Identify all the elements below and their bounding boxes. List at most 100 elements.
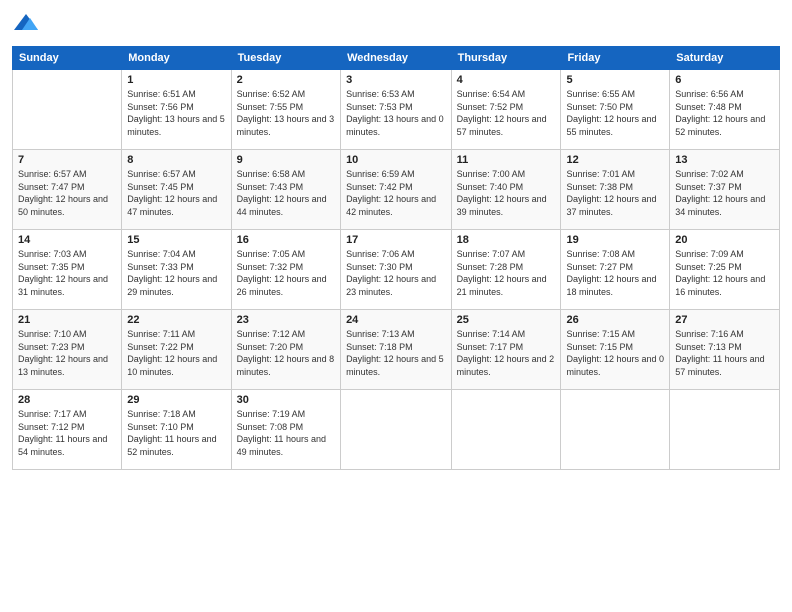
day-number: 10 xyxy=(346,154,446,166)
calendar-cell: 6 Sunrise: 6:56 AMSunset: 7:48 PMDaylight… xyxy=(670,70,780,150)
day-number: 14 xyxy=(18,234,116,246)
calendar-cell xyxy=(341,390,452,470)
week-row-4: 21Sunrise: 7:10 AMSunset: 7:23 PMDayligh… xyxy=(13,310,780,390)
calendar-cell: 1Sunrise: 6:51 AMSunset: 7:56 PMDaylight… xyxy=(122,70,231,150)
day-detail: Sunrise: 7:12 AMSunset: 7:20 PMDaylight:… xyxy=(237,328,335,378)
calendar-cell: 8 Sunrise: 6:57 AMSunset: 7:45 PMDaylight… xyxy=(122,150,231,230)
weekday-header-wednesday: Wednesday xyxy=(341,47,452,70)
day-number: 21 xyxy=(18,314,116,326)
day-detail: Sunrise: 7:06 AMSunset: 7:30 PMDaylight:… xyxy=(346,248,446,298)
day-detail: Sunrise: 7:19 AMSunset: 7:08 PMDaylight:… xyxy=(237,408,335,458)
weekday-header-saturday: Saturday xyxy=(670,47,780,70)
calendar-cell: 16Sunrise: 7:05 AMSunset: 7:32 PMDayligh… xyxy=(231,230,340,310)
day-number: 17 xyxy=(346,234,446,246)
day-detail: Sunrise: 7:17 AMSunset: 7:12 PMDaylight:… xyxy=(18,408,116,458)
weekday-header-friday: Friday xyxy=(561,47,670,70)
day-number: 7 xyxy=(18,154,116,166)
calendar-cell: 19 Sunrise: 7:08 AMSunset: 7:27 PMDayligh… xyxy=(561,230,670,310)
calendar-cell: 17 Sunrise: 7:06 AMSunset: 7:30 PMDayligh… xyxy=(341,230,452,310)
day-number: 18 xyxy=(457,234,556,246)
day-number: 28 xyxy=(18,394,116,406)
day-number: 24 xyxy=(346,314,446,326)
day-number: 2 xyxy=(237,74,335,86)
day-detail: Sunrise: 6:53 AMSunset: 7:53 PMDaylight:… xyxy=(346,88,446,138)
calendar-cell: 10 Sunrise: 6:59 AMSunset: 7:42 PMDayligh… xyxy=(341,150,452,230)
day-detail: Sunrise: 7:13 AMSunset: 7:18 PMDaylight:… xyxy=(346,328,446,378)
day-number: 15 xyxy=(127,234,225,246)
page: SundayMondayTuesdayWednesdayThursdayFrid… xyxy=(0,0,792,612)
day-detail: Sunrise: 6:52 AMSunset: 7:55 PMDaylight:… xyxy=(237,88,335,138)
day-number: 29 xyxy=(127,394,225,406)
day-number: 6 xyxy=(675,74,774,86)
weekday-header-sunday: Sunday xyxy=(13,47,122,70)
day-detail: Sunrise: 6:58 AMSunset: 7:43 PMDaylight:… xyxy=(237,168,335,218)
day-detail: Sunrise: 6:54 AMSunset: 7:52 PMDaylight:… xyxy=(457,88,556,138)
calendar-table: SundayMondayTuesdayWednesdayThursdayFrid… xyxy=(12,46,780,470)
day-detail: Sunrise: 7:18 AMSunset: 7:10 PMDaylight:… xyxy=(127,408,225,458)
week-row-3: 14Sunrise: 7:03 AMSunset: 7:35 PMDayligh… xyxy=(13,230,780,310)
day-number: 27 xyxy=(675,314,774,326)
day-number: 19 xyxy=(566,234,664,246)
calendar-cell: 21Sunrise: 7:10 AMSunset: 7:23 PMDayligh… xyxy=(13,310,122,390)
logo xyxy=(12,10,44,38)
weekday-header-monday: Monday xyxy=(122,47,231,70)
calendar-cell: 29 Sunrise: 7:18 AMSunset: 7:10 PMDayligh… xyxy=(122,390,231,470)
calendar-cell: 30 Sunrise: 7:19 AMSunset: 7:08 PMDayligh… xyxy=(231,390,340,470)
calendar-cell xyxy=(670,390,780,470)
calendar-cell: 15 Sunrise: 7:04 AMSunset: 7:33 PMDayligh… xyxy=(122,230,231,310)
day-detail: Sunrise: 6:57 AMSunset: 7:45 PMDaylight:… xyxy=(127,168,225,218)
weekday-header-thursday: Thursday xyxy=(451,47,561,70)
day-detail: Sunrise: 7:15 AMSunset: 7:15 PMDaylight:… xyxy=(566,328,664,378)
calendar-cell: 5Sunrise: 6:55 AMSunset: 7:50 PMDaylight… xyxy=(561,70,670,150)
day-detail: Sunrise: 7:04 AMSunset: 7:33 PMDaylight:… xyxy=(127,248,225,298)
day-number: 1 xyxy=(127,74,225,86)
day-number: 30 xyxy=(237,394,335,406)
calendar-cell: 11 Sunrise: 7:00 AMSunset: 7:40 PMDayligh… xyxy=(451,150,561,230)
calendar-cell: 24 Sunrise: 7:13 AMSunset: 7:18 PMDayligh… xyxy=(341,310,452,390)
day-detail: Sunrise: 7:11 AMSunset: 7:22 PMDaylight:… xyxy=(127,328,225,378)
calendar-cell: 12 Sunrise: 7:01 AMSunset: 7:38 PMDayligh… xyxy=(561,150,670,230)
day-number: 12 xyxy=(566,154,664,166)
day-number: 25 xyxy=(457,314,556,326)
calendar-cell: 3 Sunrise: 6:53 AMSunset: 7:53 PMDaylight… xyxy=(341,70,452,150)
weekday-header-tuesday: Tuesday xyxy=(231,47,340,70)
day-number: 11 xyxy=(457,154,556,166)
day-number: 4 xyxy=(457,74,556,86)
calendar-cell: 25 Sunrise: 7:14 AMSunset: 7:17 PMDayligh… xyxy=(451,310,561,390)
day-number: 9 xyxy=(237,154,335,166)
calendar-cell: 7Sunrise: 6:57 AMSunset: 7:47 PMDaylight… xyxy=(13,150,122,230)
day-number: 3 xyxy=(346,74,446,86)
day-detail: Sunrise: 6:56 AMSunset: 7:48 PMDaylight:… xyxy=(675,88,774,138)
calendar-cell: 4 Sunrise: 6:54 AMSunset: 7:52 PMDaylight… xyxy=(451,70,561,150)
day-number: 22 xyxy=(127,314,225,326)
day-number: 8 xyxy=(127,154,225,166)
day-detail: Sunrise: 6:55 AMSunset: 7:50 PMDaylight:… xyxy=(566,88,664,138)
day-detail: Sunrise: 7:00 AMSunset: 7:40 PMDaylight:… xyxy=(457,168,556,218)
weekday-header-row: SundayMondayTuesdayWednesdayThursdayFrid… xyxy=(13,47,780,70)
day-detail: Sunrise: 7:07 AMSunset: 7:28 PMDaylight:… xyxy=(457,248,556,298)
day-detail: Sunrise: 6:59 AMSunset: 7:42 PMDaylight:… xyxy=(346,168,446,218)
week-row-5: 28 Sunrise: 7:17 AMSunset: 7:12 PMDayligh… xyxy=(13,390,780,470)
calendar-cell: 13 Sunrise: 7:02 AMSunset: 7:37 PMDayligh… xyxy=(670,150,780,230)
calendar-cell: 23 Sunrise: 7:12 AMSunset: 7:20 PMDayligh… xyxy=(231,310,340,390)
calendar-cell: 26 Sunrise: 7:15 AMSunset: 7:15 PMDayligh… xyxy=(561,310,670,390)
calendar-cell: 27Sunrise: 7:16 AMSunset: 7:13 PMDayligh… xyxy=(670,310,780,390)
calendar-cell xyxy=(13,70,122,150)
calendar-cell: 14Sunrise: 7:03 AMSunset: 7:35 PMDayligh… xyxy=(13,230,122,310)
logo-icon xyxy=(12,10,40,38)
day-detail: Sunrise: 7:01 AMSunset: 7:38 PMDaylight:… xyxy=(566,168,664,218)
day-detail: Sunrise: 7:02 AMSunset: 7:37 PMDaylight:… xyxy=(675,168,774,218)
week-row-2: 7Sunrise: 6:57 AMSunset: 7:47 PMDaylight… xyxy=(13,150,780,230)
calendar-cell: 9 Sunrise: 6:58 AMSunset: 7:43 PMDaylight… xyxy=(231,150,340,230)
day-detail: Sunrise: 7:09 AMSunset: 7:25 PMDaylight:… xyxy=(675,248,774,298)
day-detail: Sunrise: 7:08 AMSunset: 7:27 PMDaylight:… xyxy=(566,248,664,298)
day-detail: Sunrise: 7:05 AMSunset: 7:32 PMDaylight:… xyxy=(237,248,335,298)
day-detail: Sunrise: 7:14 AMSunset: 7:17 PMDaylight:… xyxy=(457,328,556,378)
calendar-cell xyxy=(561,390,670,470)
calendar-cell: 2 Sunrise: 6:52 AMSunset: 7:55 PMDaylight… xyxy=(231,70,340,150)
calendar-cell: 28 Sunrise: 7:17 AMSunset: 7:12 PMDayligh… xyxy=(13,390,122,470)
day-number: 23 xyxy=(237,314,335,326)
day-number: 13 xyxy=(675,154,774,166)
calendar-cell: 18 Sunrise: 7:07 AMSunset: 7:28 PMDayligh… xyxy=(451,230,561,310)
day-number: 26 xyxy=(566,314,664,326)
